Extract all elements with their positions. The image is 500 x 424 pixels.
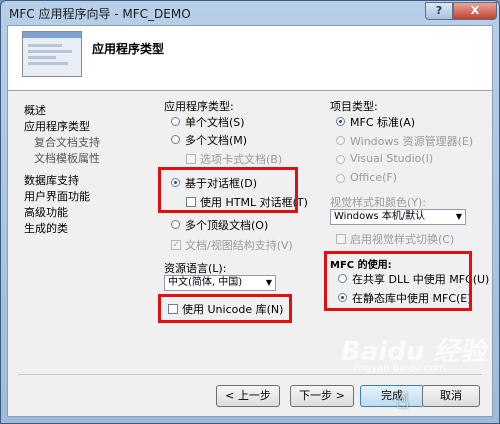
- office-radio[interactable]: [336, 174, 345, 183]
- window-title: MFC 应用程序向导 - MFC_DEMO: [9, 7, 191, 21]
- unicode-label[interactable]: 使用 Unicode 库(N): [182, 301, 283, 317]
- visual-style-label: 视觉样式和颜色(Y):: [330, 196, 427, 209]
- title-bar[interactable]: MFC 应用程序向导 - MFC_DEMO ? X: [1, 1, 499, 25]
- wizard-window: MFC 应用程序向导 - MFC_DEMO ? X 应用程序类型 概述 应用程序…: [0, 0, 500, 424]
- mfc-standard-label[interactable]: MFC 标准(A): [350, 114, 415, 130]
- page-title: 应用程序类型: [92, 42, 165, 56]
- finish-button[interactable]: 完成: [360, 385, 424, 407]
- static-lib-radio[interactable]: [338, 293, 347, 302]
- tabbed-docs-label: 选项卡式文档(B): [200, 153, 283, 166]
- static-lib-label[interactable]: 在静态库中使用 MFC(E): [352, 290, 472, 306]
- multi-doc-label[interactable]: 多个文档(M): [185, 132, 247, 148]
- style-switch-checkbox[interactable]: [336, 234, 346, 244]
- tabbed-docs-checkbox[interactable]: [186, 154, 196, 164]
- watermark-url: jingyan.baidu.com: [353, 363, 446, 374]
- multi-doc-radio[interactable]: [171, 135, 180, 144]
- shared-dll-label[interactable]: 在共享 DLL 中使用 MFC(U): [352, 271, 489, 287]
- single-doc-radio[interactable]: [171, 117, 180, 126]
- chevron-down-icon: ▼: [455, 212, 462, 221]
- close-button[interactable]: X: [453, 2, 497, 20]
- multi-top-level-label[interactable]: 多个顶级文档(O): [185, 217, 268, 233]
- nav-item-generated-classes[interactable]: 生成的类: [24, 220, 68, 236]
- unicode-checkbox[interactable]: [168, 304, 178, 314]
- nav-item-database[interactable]: 数据库支持: [24, 172, 79, 188]
- nav-item-app-type[interactable]: 应用程序类型: [24, 118, 90, 134]
- multi-top-level-radio[interactable]: [171, 220, 180, 229]
- visual-studio-label: Visual Studio(I): [350, 152, 434, 165]
- nav-item-compound-doc[interactable]: 复合文档支持: [34, 134, 100, 150]
- dialog-based-radio[interactable]: [171, 178, 180, 187]
- separator-line: [18, 374, 482, 375]
- single-doc-label[interactable]: 单个文档(S): [185, 114, 245, 130]
- hand-cursor-icon: ☝: [396, 389, 410, 414]
- explorer-radio[interactable]: [336, 136, 345, 145]
- explorer-label: Windows 资源管理器(E): [350, 135, 474, 148]
- office-label: Office(F): [350, 171, 398, 184]
- visual-style-value: Windows 本机/默认: [334, 211, 426, 222]
- doc-view-label: 文档/视图结构支持(V): [185, 239, 293, 252]
- nav-item-ui-features[interactable]: 用户界面功能: [24, 188, 90, 204]
- project-type-label: 项目类型:: [330, 100, 378, 113]
- shared-dll-radio[interactable]: [338, 274, 347, 283]
- back-button[interactable]: < 上一步: [216, 385, 280, 407]
- visual-style-combo[interactable]: Windows 本机/默认 ▼: [330, 209, 466, 225]
- nav-item-advanced[interactable]: 高级功能: [24, 204, 68, 220]
- cancel-button[interactable]: 取消: [422, 385, 480, 407]
- chevron-down-icon: ▼: [265, 278, 272, 287]
- resource-language-label: 资源语言(L):: [164, 262, 227, 275]
- dialog-based-label[interactable]: 基于对话框(D): [185, 175, 257, 191]
- wizard-header: 应用程序类型: [8, 26, 492, 91]
- mfc-standard-radio[interactable]: [336, 117, 345, 126]
- app-type-label: 应用程序类型:: [164, 100, 234, 113]
- mfc-use-label: MFC 的使用:: [330, 260, 392, 271]
- next-button[interactable]: 下一步 >: [290, 385, 354, 407]
- nav-item-doc-template[interactable]: 文档模板属性: [34, 150, 100, 166]
- resource-language-combo[interactable]: 中文(简体, 中国) ▼: [164, 275, 276, 291]
- wizard-thumbnail-icon: [22, 31, 82, 77]
- resource-language-value: 中文(简体, 中国): [168, 277, 243, 288]
- use-html-dialog-label[interactable]: 使用 HTML 对话框(T): [200, 194, 308, 210]
- help-button[interactable]: ?: [425, 2, 453, 20]
- visual-studio-radio[interactable]: [336, 155, 345, 164]
- use-html-dialog-checkbox[interactable]: [186, 197, 196, 207]
- doc-view-checkbox[interactable]: ✓: [171, 240, 181, 250]
- style-switch-label: 启用视觉样式切换(C): [350, 233, 455, 246]
- nav-item-overview[interactable]: 概述: [24, 102, 46, 118]
